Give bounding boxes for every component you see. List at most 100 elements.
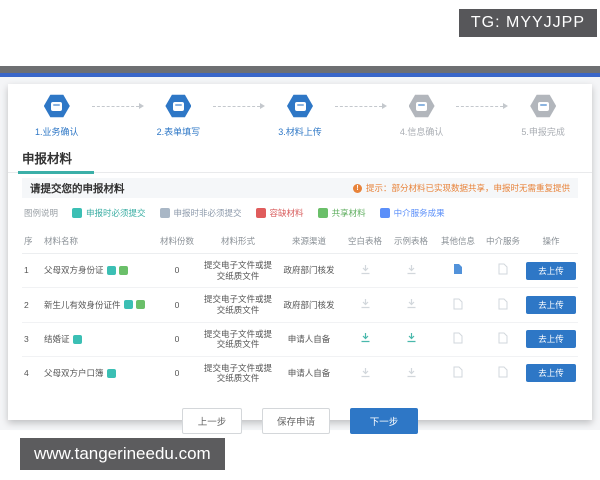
- col-blank-form: 空白表格: [342, 229, 388, 253]
- next-step-button[interactable]: 下一步: [350, 408, 418, 434]
- col-action: 操作: [524, 229, 578, 253]
- row-seq: 3: [22, 328, 42, 351]
- step-connector: [92, 94, 144, 118]
- upload-button[interactable]: 去上传: [526, 330, 576, 348]
- step-business-confirm: 1.业务确认: [22, 94, 92, 138]
- agency-service-icon: [498, 263, 508, 278]
- blank-form-download-icon: [360, 298, 371, 312]
- material-name: 结婚证: [44, 334, 70, 345]
- material-name-cell: 父母双方身份证: [42, 259, 154, 282]
- materials-table: 序 材料名称 材料份数 材料形式 来源渠道 空白表格 示例表格 其他信息 中介服…: [22, 229, 578, 390]
- sample-form-download-icon: [406, 367, 417, 381]
- legend-title: 图例说明: [24, 207, 58, 219]
- must-submit-badge-icon: [107, 266, 116, 275]
- other-info-document-icon[interactable]: [453, 263, 463, 278]
- material-form: 提交电子文件或提交纸质文件: [200, 357, 276, 390]
- title-active-underline: [18, 171, 94, 174]
- material-copies: 0: [154, 328, 200, 351]
- step-connector: [213, 94, 265, 118]
- upload-button[interactable]: 去上传: [526, 296, 576, 314]
- subtitle-text: 请提交您的申报材料: [30, 181, 125, 196]
- agency-service-icon: [498, 298, 508, 313]
- missing-material-swatch-icon: [256, 208, 266, 218]
- step-2-hexagon-icon: [165, 94, 191, 118]
- must-submit-badge-icon: [124, 300, 133, 309]
- step-5-hexagon-icon: [530, 94, 556, 118]
- other-info-document-icon: [453, 366, 463, 381]
- table-header-row: 序 材料名称 材料份数 材料形式 来源渠道 空白表格 示例表格 其他信息 中介服…: [22, 229, 578, 254]
- check-icon: [416, 102, 427, 111]
- sample-form-download-icon: [406, 264, 417, 278]
- material-name-cell: 结婚证: [42, 328, 154, 351]
- other-info-document-icon: [453, 298, 463, 313]
- material-form: 提交电子文件或提交纸质文件: [200, 288, 276, 321]
- col-copies: 材料份数: [154, 229, 200, 253]
- material-source: 申请人自备: [276, 362, 342, 385]
- material-name: 父母双方户口簿: [44, 368, 104, 379]
- material-form: 提交电子文件或提交纸质文件: [200, 254, 276, 287]
- step-1-label: 1.业务确认: [35, 125, 79, 138]
- blank-form-download-icon: [360, 367, 371, 381]
- agency-service-icon: [498, 366, 508, 381]
- col-source: 来源渠道: [276, 229, 342, 253]
- must-submit-badge-icon: [107, 369, 116, 378]
- monitor-icon: [51, 102, 62, 111]
- watermark-top: TG: MYYJJPP: [459, 9, 597, 37]
- row-seq: 1: [22, 259, 42, 282]
- shared-material-badge-icon: [119, 266, 128, 275]
- upload-button[interactable]: 去上传: [526, 262, 576, 280]
- row-seq: 4: [22, 362, 42, 385]
- col-sample-form: 示例表格: [388, 229, 434, 253]
- declaration-card: 1.业务确认 2.表单填写 3.材料上传 4.信息确认: [8, 84, 592, 420]
- material-name-cell: 新生儿有效身份证件: [42, 294, 154, 317]
- must-submit-swatch-icon: [72, 208, 82, 218]
- step-material-upload: 3.材料上传: [265, 94, 335, 138]
- col-seq: 序: [22, 229, 42, 253]
- material-name: 新生儿有效身份证件: [44, 300, 121, 311]
- material-copies: 0: [154, 362, 200, 385]
- shared-material-badge-icon: [136, 300, 145, 309]
- material-name-cell: 父母双方户口簿: [42, 362, 154, 385]
- save-application-button[interactable]: 保存申请: [262, 408, 330, 434]
- step-3-label: 3.材料上传: [278, 125, 322, 138]
- agency-service-icon: [498, 332, 508, 347]
- material-form: 提交电子文件或提交纸质文件: [200, 323, 276, 356]
- sample-form-download-icon[interactable]: [406, 332, 417, 346]
- col-name: 材料名称: [42, 229, 154, 253]
- row-seq: 2: [22, 294, 42, 317]
- sample-form-download-icon: [406, 298, 417, 312]
- step-3-hexagon-icon: [287, 94, 313, 118]
- prev-step-button[interactable]: 上一步: [182, 408, 242, 434]
- flag-icon: [538, 102, 549, 111]
- step-info-confirm: 4.信息确认: [387, 94, 457, 138]
- material-copies: 0: [154, 259, 200, 282]
- step-4-hexagon-icon: [409, 94, 435, 118]
- other-info-document-icon: [453, 332, 463, 347]
- step-1-hexagon-icon: [44, 94, 70, 118]
- legend-item-agency-result: 中介服务成果: [380, 207, 445, 219]
- blank-form-download-icon[interactable]: [360, 332, 371, 346]
- legend-row: 图例说明 申报时必须提交 申报时非必须提交 容缺材料 共享材料: [22, 207, 578, 219]
- step-form-fill: 2.表单填写: [144, 94, 214, 138]
- step-declare-done: 5.申报完成: [508, 94, 578, 138]
- section-title-row: 申报材料: [22, 148, 578, 173]
- hint-text: 提示：部分材料已实现数据共享，申报时无需重复提供: [366, 182, 570, 194]
- col-agency: 中介服务: [482, 229, 524, 253]
- step-2-label: 2.表单填写: [157, 125, 201, 138]
- screenshot-root: TG: MYYJJPP 1.业务确认 2.表单填写 3.材料上传: [0, 0, 600, 480]
- step-connector: [456, 94, 508, 118]
- step-4-label: 4.信息确认: [400, 125, 444, 138]
- table-row: 2 新生儿有效身份证件 0 提交电子文件或提交纸质文件 政府部门核发 去上传: [22, 288, 578, 322]
- hint-exclamation-icon: !: [353, 184, 362, 193]
- material-copies: 0: [154, 294, 200, 317]
- table-row: 4 父母双方户口簿 0 提交电子文件或提交纸质文件 申请人自备 去上传: [22, 357, 578, 390]
- page-background: 1.业务确认 2.表单填写 3.材料上传 4.信息确认: [0, 77, 600, 430]
- agency-result-swatch-icon: [380, 208, 390, 218]
- upload-button[interactable]: 去上传: [526, 364, 576, 382]
- material-source: 申请人自备: [276, 328, 342, 351]
- material-source: 政府部门核发: [276, 294, 342, 317]
- table-row: 1 父母双方身份证 0 提交电子文件或提交纸质文件 政府部门核发 去上传: [22, 254, 578, 288]
- watermark-bottom: www.tangerineedu.com: [20, 438, 225, 470]
- hint-text-wrap: ! 提示：部分材料已实现数据共享，申报时无需重复提供: [353, 182, 570, 194]
- legend-item-shared-material: 共享材料: [318, 207, 366, 219]
